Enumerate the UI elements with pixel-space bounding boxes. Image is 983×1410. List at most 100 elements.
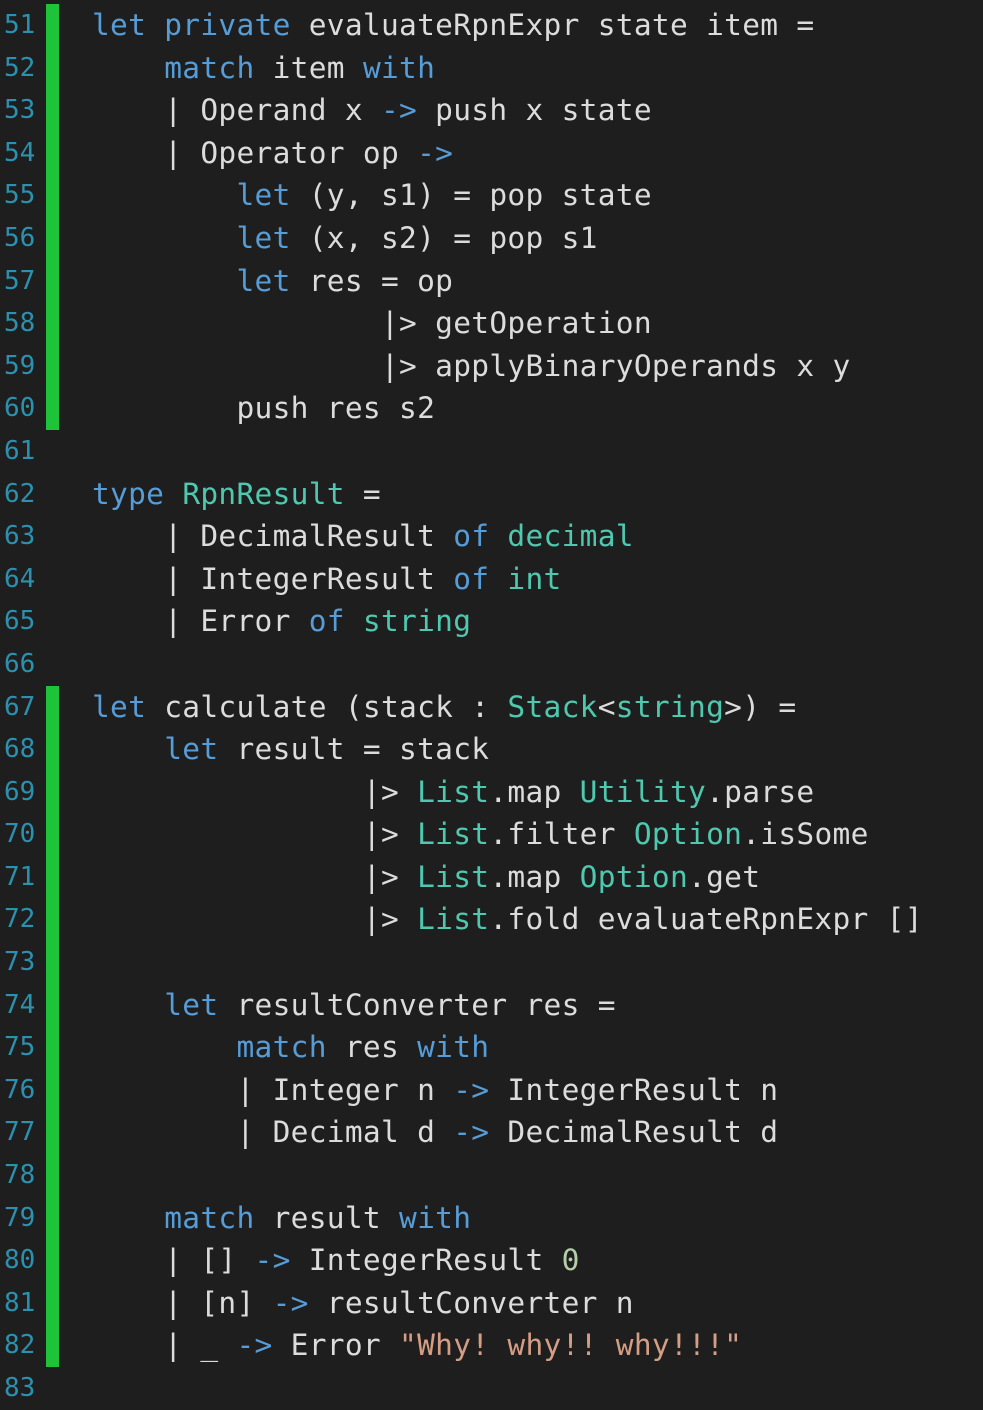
code-text: | Operand x -> push x state (92, 89, 652, 132)
code-token: 0 (561, 1243, 580, 1278)
code-line[interactable]: 71 |> List.map Option.get (0, 855, 983, 899)
code-token: res = op (290, 263, 454, 298)
change-marker (46, 216, 59, 260)
code-text: |> List.fold evaluateRpnExpr [] (92, 898, 923, 941)
code-text: let result = stack (92, 728, 489, 771)
code-line[interactable]: 54 | Operator op -> (0, 131, 983, 175)
change-marker (46, 4, 59, 47)
line-number: 68 (4, 734, 36, 765)
code-token: RpnResult (182, 476, 345, 511)
code-token: .isSome (742, 817, 869, 852)
line-number: 70 (4, 819, 36, 850)
code-line[interactable]: 57 let res = op (0, 259, 983, 303)
change-marker (46, 1239, 59, 1282)
code-line[interactable]: 67 let calculate (stack : Stack<string>) … (0, 685, 983, 729)
line-number: 59 (4, 350, 36, 381)
code-token: with (417, 1030, 490, 1065)
code-line[interactable]: 69 |> List.map Utility.parse (0, 770, 983, 814)
change-marker (46, 728, 59, 771)
change-marker (46, 387, 59, 430)
code-line[interactable]: 83 (0, 1367, 983, 1410)
code-line[interactable]: 64 | IntegerResult of int (0, 558, 983, 601)
code-text: |> applyBinaryOperands x y (92, 345, 851, 388)
code-token: | Decimal d (92, 1115, 454, 1150)
code-token: (y, s1) = pop state (290, 178, 652, 213)
code-line[interactable]: 80 | [] -> IntegerResult 0 (0, 1239, 983, 1282)
code-line[interactable]: 76 | Integer n -> IntegerResult n (0, 1068, 983, 1112)
code-token: push res s2 (92, 391, 436, 426)
code-line[interactable]: 55 let (y, s1) = pop state (0, 174, 983, 217)
gutter (46, 430, 59, 473)
code-token: | [n] (92, 1285, 273, 1320)
code-token: |> applyBinaryOperands x y (92, 348, 851, 383)
code-token: string (362, 604, 472, 639)
code-line[interactable]: 82 | _ -> Error "Why! why!! why!!!" (0, 1324, 983, 1367)
code-text: | IntegerResult of int (92, 558, 562, 601)
code-line[interactable]: 68 let result = stack (0, 728, 983, 771)
code-text: let (y, s1) = pop state (92, 174, 652, 217)
code-text: | Operator op -> (92, 132, 453, 175)
line-number: 51 (4, 10, 36, 40)
code-token: of (453, 561, 490, 596)
code-line[interactable]: 53 | Operand x -> push x state (0, 89, 983, 132)
code-line[interactable]: 60 push res s2 (0, 387, 983, 430)
change-marker (46, 174, 59, 217)
line-number: 58 (4, 308, 36, 339)
code-token: match (164, 1200, 255, 1235)
code-line[interactable]: 58 |> getOperation (0, 302, 983, 345)
code-line[interactable]: 81 | [n] -> resultConverter n (0, 1281, 983, 1325)
code-token: evaluateRpnExpr state item = (290, 8, 815, 42)
change-marker (46, 855, 59, 899)
code-token: | DecimalResult (92, 519, 454, 554)
code-token: item (254, 50, 363, 85)
code-token: Error (272, 1328, 400, 1363)
code-token: -> (417, 135, 454, 170)
change-marker (46, 770, 59, 814)
code-text: let resultConverter res = (92, 984, 616, 1027)
code-line[interactable]: 70 |> List.filter Option.isSome (0, 813, 983, 856)
code-line[interactable]: 63 | DecimalResult of decimal (0, 515, 983, 558)
code-text: let calculate (stack : Stack<string>) = (92, 686, 796, 729)
code-line[interactable]: 79 match result with (0, 1196, 983, 1240)
code-line[interactable]: 59 |> applyBinaryOperands x y (0, 344, 983, 388)
code-token: List (417, 817, 490, 852)
line-number: 63 (4, 521, 36, 552)
code-line[interactable]: 73 (0, 941, 983, 984)
code-text: | Integer n -> IntegerResult n (92, 1069, 778, 1112)
code-token: = (344, 476, 381, 511)
code-text: push res s2 (92, 387, 435, 430)
code-text: | [n] -> resultConverter n (92, 1282, 634, 1325)
change-marker (46, 983, 59, 1027)
gutter (46, 558, 59, 601)
code-text: match res with (92, 1026, 489, 1069)
code-editor[interactable]: 51 let private evaluateRpnExpr state item… (0, 4, 983, 1410)
code-line[interactable]: 66 (0, 643, 983, 686)
code-text: | Decimal d -> DecimalResult d (92, 1111, 778, 1154)
code-line[interactable]: 77 | Decimal d -> DecimalResult d (0, 1111, 983, 1155)
code-line[interactable]: 75 match res with (0, 1026, 983, 1069)
code-text: | [] -> IntegerResult 0 (92, 1239, 580, 1282)
change-marker (46, 1154, 59, 1197)
code-token: "Why! why!! why!!!" (399, 1328, 743, 1363)
code-token: of (453, 519, 490, 554)
code-token: .map (489, 859, 580, 894)
code-line[interactable]: 74 let resultConverter res = (0, 983, 983, 1027)
code-line[interactable]: 51 let private evaluateRpnExpr state item… (0, 4, 983, 47)
change-marker (46, 685, 59, 729)
code-line[interactable]: 52 match item with (0, 46, 983, 90)
code-line[interactable]: 62 type RpnResult = (0, 473, 983, 516)
line-number: 56 (4, 222, 36, 253)
code-text: let (x, s2) = pop s1 (92, 217, 598, 260)
code-token: |> getOperation (92, 306, 652, 341)
code-token: -> (453, 1072, 490, 1107)
code-line[interactable]: 61 (0, 430, 983, 473)
code-token: | IntegerResult (92, 561, 454, 596)
code-line[interactable]: 72 |> List.fold evaluateRpnExpr [] (0, 898, 983, 942)
code-line[interactable]: 65 | Error of string (0, 600, 983, 643)
line-number: 67 (4, 691, 36, 722)
code-line[interactable]: 56 let (x, s2) = pop s1 (0, 216, 983, 260)
code-token: Option (579, 859, 689, 894)
code-line[interactable]: 78 (0, 1154, 983, 1197)
